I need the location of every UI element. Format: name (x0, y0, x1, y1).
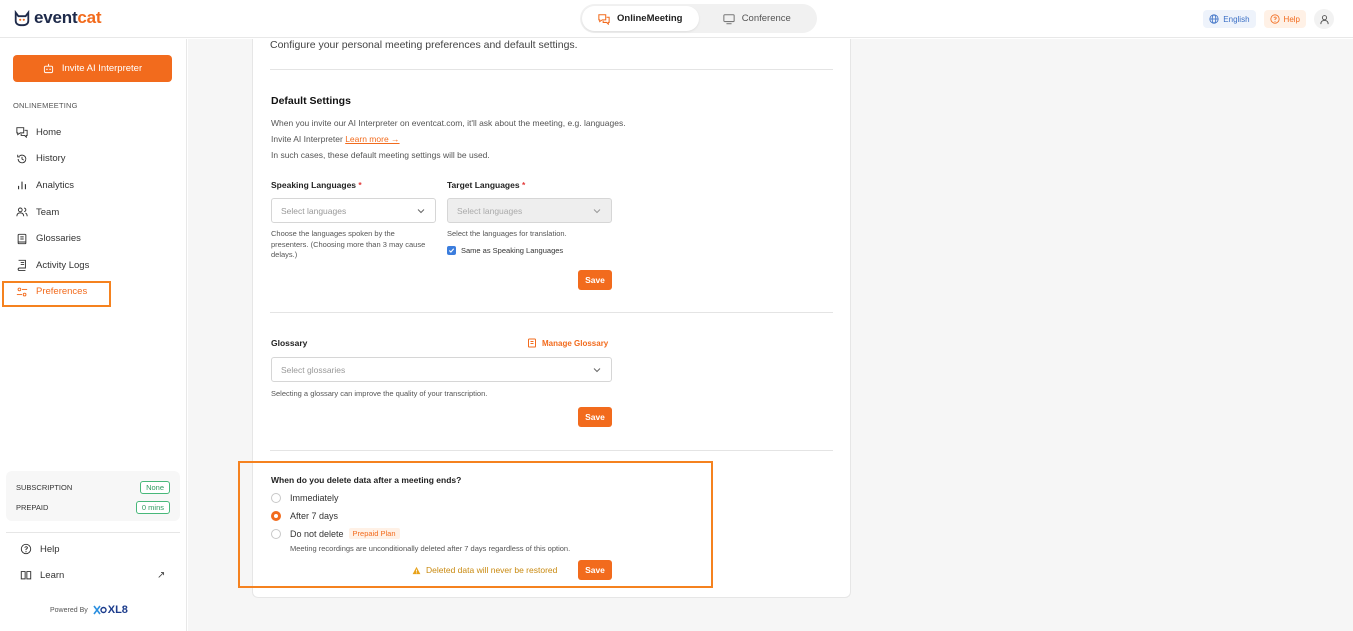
save-default-settings-button[interactable]: Save (578, 270, 612, 290)
invite-ai-interpreter-button[interactable]: Invite AI Interpreter (13, 55, 172, 82)
log-icon (17, 260, 26, 272)
mode-label: OnlineMeeting (617, 13, 683, 24)
external-link-icon[interactable]: ↗ (157, 570, 165, 581)
monitor-icon (723, 13, 735, 24)
sidebar-item-label: Home (36, 126, 62, 138)
chat-icon (598, 13, 610, 25)
subscription-row: SUBSCRIPTION None (16, 481, 170, 494)
sidebar-item-label: History (36, 153, 66, 165)
cat-logo-icon (14, 9, 30, 27)
save-glossary-button[interactable]: Save (578, 407, 612, 427)
chat-icon (16, 127, 28, 139)
subscription-badge: None (140, 481, 170, 494)
highlight-box (2, 280, 111, 307)
divider (270, 69, 833, 70)
divider (270, 312, 833, 313)
user-avatar[interactable] (1314, 9, 1334, 29)
sidebar-item-preferences[interactable]: Preferences (0, 279, 187, 307)
book-icon (528, 338, 536, 348)
chevron-down-icon (593, 367, 601, 372)
sidebar-item-label: Activity Logs (36, 259, 90, 271)
same-as-speaking-checkbox[interactable]: Same as Speaking Languages (447, 246, 563, 255)
learn-more-link[interactable]: Learn more → (345, 134, 399, 144)
target-languages-help: Select the languages for translation. (447, 229, 567, 238)
divider (270, 450, 833, 451)
book-icon (17, 233, 27, 244)
glossary-help: Selecting a glossary can improve the qua… (271, 389, 488, 398)
default-settings-title: Default Settings (271, 95, 351, 107)
sidebar-help-link[interactable]: Help (20, 543, 60, 555)
default-settings-desc-1: When you invite our AI Interpreter on ev… (271, 118, 626, 128)
subscription-card: SUBSCRIPTION None PREPAID 0 mins (6, 471, 180, 521)
mode-label: Conference (741, 13, 791, 24)
sidebar-nav: Home History Analytics Team Glossaries A… (0, 119, 187, 307)
default-settings-desc-3: In such cases, these default meeting set… (271, 150, 490, 160)
prepaid-row: PREPAID 0 mins (16, 501, 170, 514)
eventcat-logo[interactable]: eventcat (13, 8, 102, 28)
target-languages-select: Select languages (447, 198, 612, 223)
check-icon (448, 248, 455, 253)
sidebar-learn-link[interactable]: Learn (20, 569, 64, 581)
sidebar-item-glossaries[interactable]: Glossaries (0, 225, 187, 252)
brand-name: eventcat (34, 8, 102, 27)
prepaid-badge: 0 mins (135, 501, 170, 514)
xl8-mark-icon (93, 605, 107, 615)
history-icon (17, 154, 27, 164)
speaking-languages-label: Speaking Languages * (271, 180, 362, 190)
users-icon (16, 207, 28, 217)
speaking-languages-help: Choose the languages spoken by the prese… (271, 229, 426, 259)
sidebar-item-label: Glossaries (36, 233, 81, 245)
chevron-down-icon (593, 208, 601, 213)
robot-icon (43, 63, 53, 74)
sidebar-item-history[interactable]: History (0, 146, 187, 173)
language-button[interactable]: English (1203, 10, 1256, 28)
sidebar: Invite AI Interpreter ONLINEMEETING Home… (0, 39, 187, 631)
chevron-down-icon (417, 208, 425, 213)
globe-icon (1209, 14, 1219, 24)
sidebar-item-label: Analytics (36, 179, 75, 191)
highlight-box (238, 461, 713, 588)
user-icon (1319, 14, 1329, 24)
sidebar-item-team[interactable]: Team (0, 199, 187, 226)
manage-glossary-link[interactable]: Manage Glossary (527, 338, 608, 348)
default-settings-desc-2: Invite AI Interpreter Learn more → (271, 134, 400, 144)
powered-by: Powered By XL8 (50, 604, 128, 616)
target-languages-label: Target Languages * (447, 180, 526, 190)
glossary-select[interactable]: Select glossaries (271, 357, 612, 382)
help-button[interactable]: Help (1263, 10, 1306, 28)
sidebar-item-analytics[interactable]: Analytics (0, 172, 187, 199)
mode-switch: OnlineMeeting Conference (580, 4, 817, 33)
mode-conference[interactable]: Conference (699, 6, 816, 31)
sidebar-item-home[interactable]: Home (0, 119, 187, 146)
sidebar-item-activity-logs[interactable]: Activity Logs (0, 252, 187, 279)
question-icon (1269, 14, 1280, 24)
section-label: ONLINEMEETING (13, 101, 78, 110)
sidebar-divider (6, 532, 180, 533)
open-book-icon (20, 571, 32, 580)
top-bar: eventcat OnlineMeeting Conference Englis… (0, 0, 1353, 38)
glossary-label: Glossary (271, 338, 308, 348)
mode-onlinemeeting[interactable]: OnlineMeeting (582, 6, 699, 31)
speaking-languages-select[interactable]: Select languages (271, 198, 436, 223)
question-icon (20, 543, 32, 555)
page-description: Configure your personal meeting preferen… (270, 39, 578, 51)
sidebar-item-label: Team (36, 206, 60, 218)
bar-chart-icon (18, 182, 26, 190)
xl8-logo: XL8 (93, 604, 128, 616)
checkbox-checked[interactable] (447, 246, 456, 255)
